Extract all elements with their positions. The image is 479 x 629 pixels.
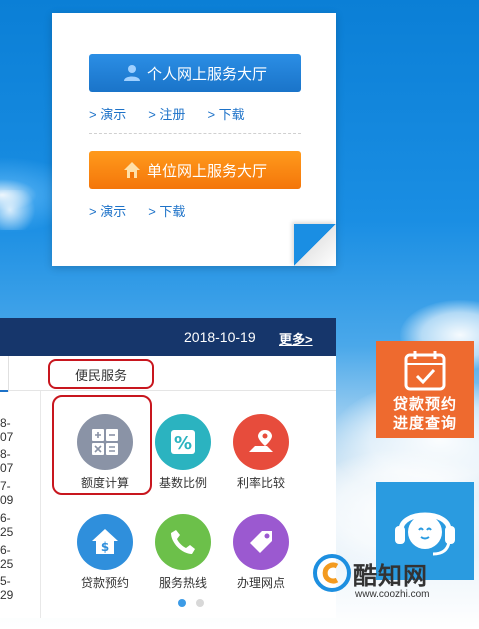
service-label: 服务热线 <box>158 576 207 590</box>
watermark-name: 酷知网 <box>353 563 428 590</box>
calendar-check-icon <box>402 349 448 391</box>
highlight-quota-calc <box>52 395 152 495</box>
service-rate-compare[interactable]: 利率比较 <box>221 414 301 491</box>
personal-links: > 演示 > 注册 > 下载 <box>89 104 267 123</box>
list-item-date: 7-09 <box>0 479 14 507</box>
tab-baseline <box>9 390 336 391</box>
service-label: 办理网点 <box>236 576 285 590</box>
unit-demo-link[interactable]: > 演示 <box>89 201 126 220</box>
service-label: 贷款预约 <box>80 576 129 590</box>
loan-widget-line2: 进度查询 <box>392 415 457 432</box>
phone-icon <box>155 514 211 570</box>
home-icon <box>123 161 141 179</box>
personal-download-link[interactable]: > 下载 <box>207 104 244 123</box>
personal-register-link[interactable]: > 注册 <box>148 104 185 123</box>
column-separator <box>40 391 41 618</box>
watermark: 酷知网 www.coozhi.com <box>313 548 479 608</box>
unit-hall-label: 单位网上服务大厅 <box>146 162 267 180</box>
service-panel: 便民服务 8-07 8-07 7-09 6-25 6-25 5-29 额度计算 <box>0 356 336 618</box>
tab-separator <box>8 356 9 392</box>
svg-text:%: % <box>174 433 192 454</box>
page-fold <box>294 224 336 266</box>
carousel-dot-active[interactable] <box>178 599 186 607</box>
service-label: 基数比例 <box>158 476 207 490</box>
more-link[interactable]: 更多> <box>279 329 313 348</box>
svg-text:$: $ <box>101 540 109 554</box>
map-pin-icon <box>233 414 289 470</box>
list-item-date: 6-25 <box>0 511 14 539</box>
house-dollar-icon: $ <box>77 514 133 570</box>
service-base-ratio[interactable]: % 基数比例 <box>143 414 223 491</box>
list-item-date: 6-25 <box>0 543 14 571</box>
unit-links: > 演示 > 下载 <box>89 201 207 220</box>
personal-demo-link[interactable]: > 演示 <box>89 104 126 123</box>
percent-icon: % <box>155 414 211 470</box>
unit-download-link[interactable]: > 下载 <box>148 201 185 220</box>
divider <box>89 133 301 134</box>
watermark-logo-icon <box>313 554 351 597</box>
carousel-dot[interactable] <box>196 599 204 607</box>
service-outlets[interactable]: 办理网点 <box>221 514 301 591</box>
tab-news-indicator <box>0 390 8 392</box>
personal-hall-label: 个人网上服务大厅 <box>146 65 267 83</box>
loan-progress-widget[interactable]: 贷款预约 进度查询 <box>376 341 474 438</box>
carousel-dots <box>178 599 214 607</box>
news-header-bar: 2018-10-19 更多> <box>0 318 336 356</box>
person-icon <box>123 64 141 82</box>
tab-convenience-service[interactable]: 便民服务 <box>48 359 154 389</box>
login-card: 个人网上服务大厅 > 演示 > 注册 > 下载 单位网上服务大厅 > 演示 > … <box>52 13 336 266</box>
watermark-url: www.coozhi.com <box>355 589 430 600</box>
personal-hall-button[interactable]: 个人网上服务大厅 <box>89 54 301 92</box>
service-loan-booking[interactable]: $ 贷款预约 <box>65 514 145 591</box>
news-date: 2018-10-19 <box>184 329 256 345</box>
list-item-date: 5-29 <box>0 574 14 602</box>
list-item-date: 8-07 <box>0 416 14 444</box>
service-label: 利率比较 <box>236 476 285 490</box>
unit-hall-button[interactable]: 单位网上服务大厅 <box>89 151 301 189</box>
loan-widget-line1: 贷款预约 <box>392 396 457 413</box>
service-hotline[interactable]: 服务热线 <box>143 514 223 591</box>
list-item-date: 8-07 <box>0 447 14 475</box>
tag-icon <box>233 514 289 570</box>
light-glow <box>0 190 40 230</box>
